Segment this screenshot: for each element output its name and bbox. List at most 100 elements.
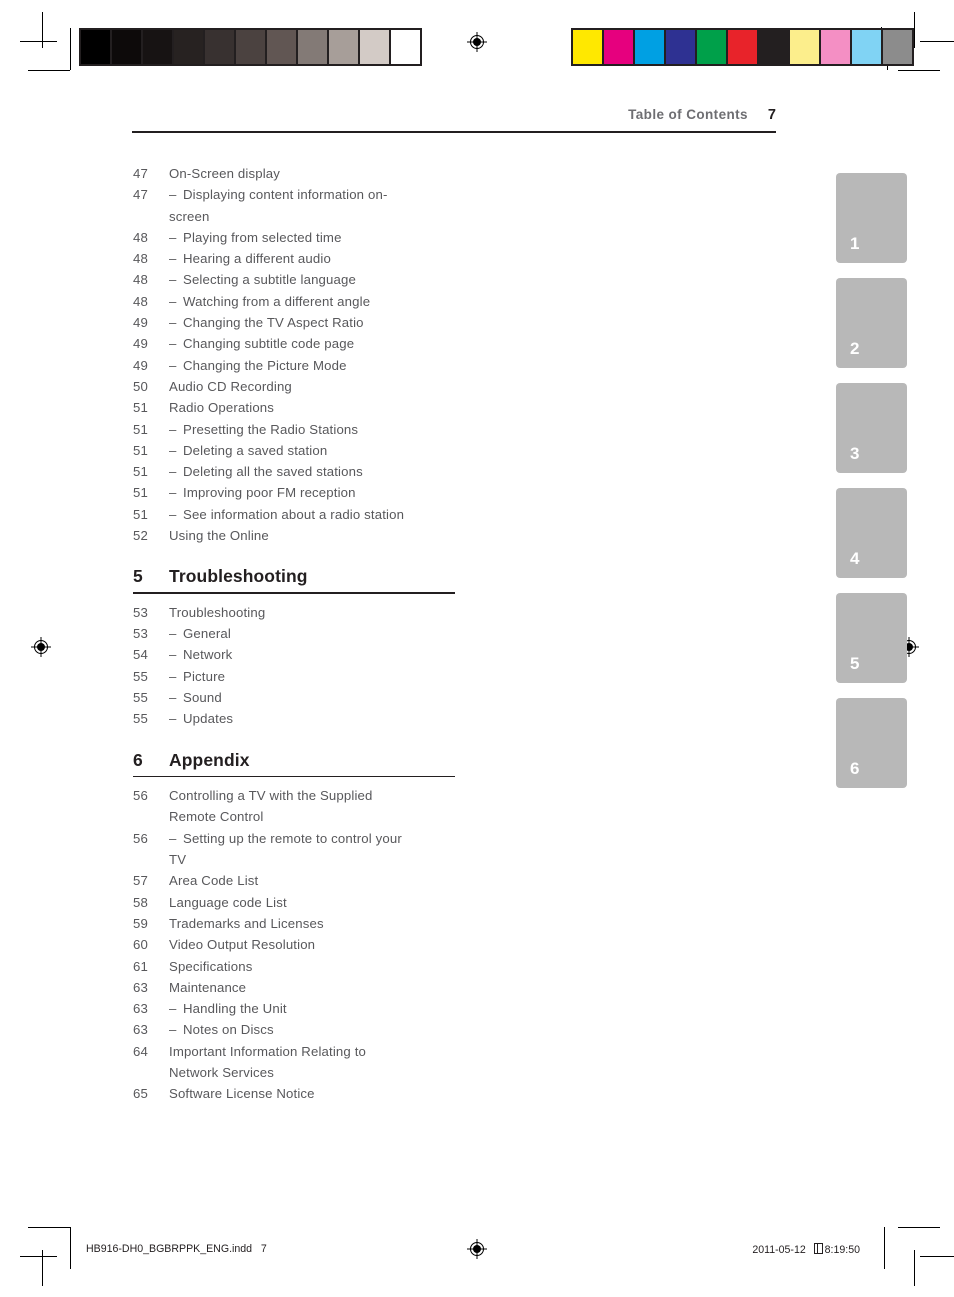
toc-entry-dash: – — [169, 690, 177, 706]
toc-entry-page: 56 — [133, 788, 148, 804]
toc-entry[interactable]: 63 – Handling the Unit — [133, 998, 463, 1019]
section-tab-2[interactable]: 2 — [836, 278, 907, 368]
toc-entry[interactable]: 57 Area Code List — [133, 870, 463, 891]
crop-mark-br-lower-horizontal — [920, 1256, 954, 1257]
toc-entry-label: Specifications — [169, 958, 253, 974]
crop-mark-bl-inner-vertical — [70, 1227, 71, 1269]
toc-entry-label: Using the Online — [169, 528, 269, 544]
toc-entry[interactable]: 63 – Notes on Discs — [133, 1019, 463, 1040]
registration-mark-top — [467, 32, 487, 52]
crop-mark-tl-inner-vertical — [70, 28, 71, 70]
grayscale-patch — [112, 30, 141, 64]
section-tab-6[interactable]: 6 — [836, 698, 907, 788]
toc-entry-label: – Playing from selected time — [169, 227, 463, 248]
toc-entry[interactable]: Network Services — [133, 1062, 463, 1083]
crop-mark-tl-horizontal — [20, 41, 57, 42]
color-patch — [728, 30, 757, 64]
footer-date: 2011-05-12 — [752, 1244, 806, 1256]
toc-lead-list: 47 On-Screen display 47 – Displaying content… — [133, 163, 463, 546]
chapter-entry-list: 53 Troubleshooting 53 – General 54 – Network 55 –… — [133, 602, 463, 730]
toc-entry[interactable]: 51 – Presetting the Radio Stations — [133, 419, 463, 440]
section-tab-3[interactable]: 3 — [836, 383, 907, 473]
section-tab-1[interactable]: 1 — [836, 173, 907, 263]
section-tab-number: 2 — [850, 339, 860, 358]
toc-entry[interactable]: 53 – General — [133, 623, 463, 644]
toc-entry[interactable]: Remote Control — [133, 806, 463, 827]
color-patch — [666, 30, 695, 64]
registration-mark-left — [31, 637, 51, 657]
toc-entry[interactable]: 51 – Deleting all the saved stations — [133, 461, 463, 482]
toc-entry[interactable]: 55 – Sound — [133, 687, 463, 708]
toc-entry-dash: – — [169, 442, 177, 458]
grayscale-patch — [267, 30, 296, 64]
toc-entry[interactable]: screen — [133, 206, 463, 227]
crop-mark-bl-horizontal — [28, 1227, 70, 1228]
toc-entry-page: 49 — [133, 336, 148, 352]
toc-entry-label: – Displaying content information on- — [169, 184, 463, 205]
toc-entry[interactable]: 53 Troubleshooting — [133, 602, 463, 623]
toc-entry-label: – Setting up the remote to control your — [169, 828, 463, 849]
toc-entry[interactable]: 47 – Displaying content information on- — [133, 184, 463, 205]
toc-entry-label: Controlling a TV with the Supplied — [169, 788, 373, 804]
toc-entry-label: – Watching from a different angle — [169, 291, 463, 312]
toc-entry-page: 52 — [133, 528, 148, 544]
toc-entry[interactable]: 48 – Hearing a different audio — [133, 248, 463, 269]
toc-entry[interactable]: 51 – Improving poor FM reception — [133, 482, 463, 503]
toc-entry[interactable]: 49 – Changing the TV Aspect Ratio — [133, 312, 463, 333]
toc-entry-dash: – — [169, 421, 177, 437]
crop-mark-br-inner-vertical — [884, 1227, 885, 1269]
chapter-title: Appendix — [169, 749, 250, 770]
toc-entry[interactable]: 48 – Selecting a subtitle language — [133, 269, 463, 290]
toc-entry[interactable]: 59 Trademarks and Licenses — [133, 913, 463, 934]
toc-entry[interactable]: 51 – See information about a radio station — [133, 504, 463, 525]
section-tab-number: 1 — [850, 234, 860, 253]
toc-entry[interactable]: 64 Important Information Relating to — [133, 1041, 463, 1062]
toc-entry-page: 51 — [133, 506, 148, 522]
toc-entry[interactable]: 47 On-Screen display — [133, 163, 463, 184]
toc-entry-page: 55 — [133, 690, 148, 706]
toc-entry-page: 63 — [133, 1001, 148, 1017]
toc-entry[interactable]: 50 Audio CD Recording — [133, 376, 463, 397]
toc-entry-page: 49 — [133, 357, 148, 373]
toc-entry-label: – Deleting a saved station — [169, 440, 463, 461]
toc-entry-label: – See information about a radio station — [169, 504, 463, 525]
section-tab-number: 3 — [850, 444, 860, 463]
toc-entry-page: 47 — [133, 187, 148, 203]
grayscale-patch — [205, 30, 234, 64]
section-tab-4[interactable]: 4 — [836, 488, 907, 578]
color-patch — [697, 30, 726, 64]
toc-entry[interactable]: 52 Using the Online — [133, 525, 463, 546]
toc-entry-page: 63 — [133, 1022, 148, 1038]
toc-entry[interactable]: 56 – Setting up the remote to control your — [133, 828, 463, 849]
toc-entry[interactable]: 56 Controlling a TV with the Supplied — [133, 785, 463, 806]
toc-entry[interactable]: 60 Video Output Resolution — [133, 934, 463, 955]
crop-mark-br-horizontal — [898, 1227, 940, 1228]
toc-entry-label: Language code List — [169, 894, 287, 910]
section-tab-5[interactable]: 5 — [836, 593, 907, 683]
toc-entry[interactable]: 65 Software License Notice — [133, 1083, 463, 1104]
toc-entry[interactable]: 51 Radio Operations — [133, 397, 463, 418]
toc-entry[interactable]: TV — [133, 849, 463, 870]
toc-entry-page: 53 — [133, 604, 148, 620]
toc-entry[interactable]: 49 – Changing the Picture Mode — [133, 355, 463, 376]
toc-entry[interactable]: 48 – Playing from selected time — [133, 227, 463, 248]
toc-entry[interactable]: 48 – Watching from a different angle — [133, 291, 463, 312]
toc-entry[interactable]: 55 – Picture — [133, 666, 463, 687]
toc-entry-dash: – — [169, 464, 177, 480]
toc-entry[interactable]: 49 – Changing subtitle code page — [133, 333, 463, 354]
chapter-number: 5 — [133, 566, 143, 587]
toc-entry[interactable]: 63 Maintenance — [133, 977, 463, 998]
toc-entry-label: – General — [169, 623, 463, 644]
toc-entry-label: Remote Control — [169, 809, 264, 825]
toc-entry-label: Troubleshooting — [169, 604, 266, 620]
footer-time: 8:19:50 — [824, 1244, 860, 1256]
toc-entry-label: – Sound — [169, 687, 463, 708]
toc-entry[interactable]: 55 – Updates — [133, 708, 463, 729]
toc-entry[interactable]: 51 – Deleting a saved station — [133, 440, 463, 461]
toc-entry[interactable]: 58 Language code List — [133, 892, 463, 913]
toc-entry-page: 64 — [133, 1043, 148, 1059]
toc-entry-dash: – — [169, 626, 177, 642]
toc-entry[interactable]: 54 – Network — [133, 644, 463, 665]
toc-entry[interactable]: 61 Specifications — [133, 956, 463, 977]
table-of-contents: 47 On-Screen display 47 – Displaying content… — [133, 163, 463, 1105]
